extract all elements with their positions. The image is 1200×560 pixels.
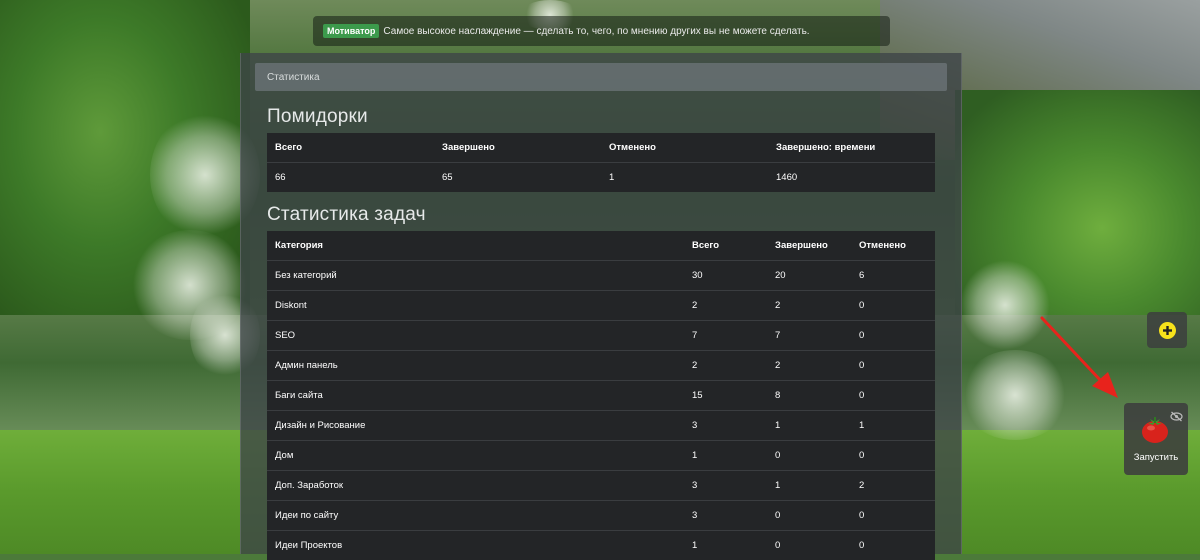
motivator-banner: Мотиватор Самое высокое наслаждение — сд… [313,16,890,46]
table-row: Баги сайта 15 8 0 [267,381,935,411]
plus-circle-icon [1159,322,1176,339]
table-row: Доп. Заработок 3 1 2 [267,471,935,501]
category-completed: 20 [767,261,851,291]
category-name: Без категорий [267,261,684,291]
motivator-quote: Самое высокое наслаждение — сделать то, … [383,26,809,37]
category-name: Diskont [267,291,684,321]
category-total: 1 [684,531,767,560]
pomodoros-table: Всего Завершено Отменено Завершено: врем… [267,133,935,192]
tomato-icon [1140,415,1170,445]
category-name: Идеи по сайту [267,501,684,531]
red-arrow-annotation [1030,310,1125,400]
tasks-table: Категория Всего Завершено Отменено Без к… [267,231,935,560]
category-cancelled: 0 [851,351,935,381]
header-total: Всего [684,231,767,261]
table-row: Дизайн и Рисование 3 1 1 [267,411,935,441]
tasks-title: Статистика задач [267,204,426,226]
breadcrumb: Статистика [255,63,947,91]
motivator-badge: Мотиватор [323,24,379,38]
category-completed: 2 [767,351,851,381]
table-row: Админ панель 2 2 0 [267,351,935,381]
category-name: Админ панель [267,351,684,381]
start-pomodoro-widget[interactable]: Запустить [1124,403,1188,475]
header-completed: Завершено [434,133,601,163]
category-name: Доп. Заработок [267,471,684,501]
category-total: 7 [684,321,767,351]
category-cancelled: 0 [851,321,935,351]
table-row: Идеи Проектов 1 0 0 [267,531,935,560]
category-cancelled: 6 [851,261,935,291]
table-row: Diskont 2 2 0 [267,291,935,321]
category-completed: 1 [767,471,851,501]
category-name: Дизайн и Рисование [267,411,684,441]
category-completed: 1 [767,411,851,441]
category-cancelled: 2 [851,471,935,501]
category-name: SEO [267,321,684,351]
header-category: Категория [267,231,684,261]
category-total: 3 [684,471,767,501]
eye-slash-icon[interactable] [1170,411,1183,422]
table-row: 66 65 1 1460 [267,163,935,193]
table-header-row: Всего Завершено Отменено Завершено: врем… [267,133,935,163]
category-total: 3 [684,411,767,441]
table-row: Без категорий 30 20 6 [267,261,935,291]
category-total: 2 [684,291,767,321]
add-button[interactable] [1147,312,1187,348]
category-completed: 2 [767,291,851,321]
header-cancelled: Отменено [601,133,768,163]
category-completed: 7 [767,321,851,351]
category-cancelled: 0 [851,531,935,560]
breadcrumb-item[interactable]: Статистика [267,72,320,83]
pomodoros-completed-time: 1460 [768,163,935,193]
category-cancelled: 0 [851,441,935,471]
category-cancelled: 0 [851,501,935,531]
category-total: 30 [684,261,767,291]
category-completed: 8 [767,381,851,411]
category-total: 2 [684,351,767,381]
category-name: Дом [267,441,684,471]
start-label: Запустить [1124,452,1188,463]
table-row: Идеи по сайту 3 0 0 [267,501,935,531]
header-completed-time: Завершено: времени [768,133,935,163]
category-cancelled: 0 [851,381,935,411]
header-completed: Завершено [767,231,851,261]
header-cancelled: Отменено [851,231,935,261]
statistics-panel: Статистика Помидорки Всего Завершено Отм… [240,53,962,554]
category-total: 3 [684,501,767,531]
category-total: 1 [684,441,767,471]
category-completed: 0 [767,531,851,560]
category-name: Идеи Проектов [267,531,684,560]
category-completed: 0 [767,441,851,471]
table-header-row: Категория Всего Завершено Отменено [267,231,935,261]
pomodoros-completed: 65 [434,163,601,193]
category-cancelled: 1 [851,411,935,441]
pomodoros-cancelled: 1 [601,163,768,193]
header-total: Всего [267,133,434,163]
category-cancelled: 0 [851,291,935,321]
category-total: 15 [684,381,767,411]
category-name: Баги сайта [267,381,684,411]
pomodoros-total: 66 [267,163,434,193]
table-row: SEO 7 7 0 [267,321,935,351]
category-completed: 0 [767,501,851,531]
table-row: Дом 1 0 0 [267,441,935,471]
pomodoros-title: Помидорки [267,106,368,128]
